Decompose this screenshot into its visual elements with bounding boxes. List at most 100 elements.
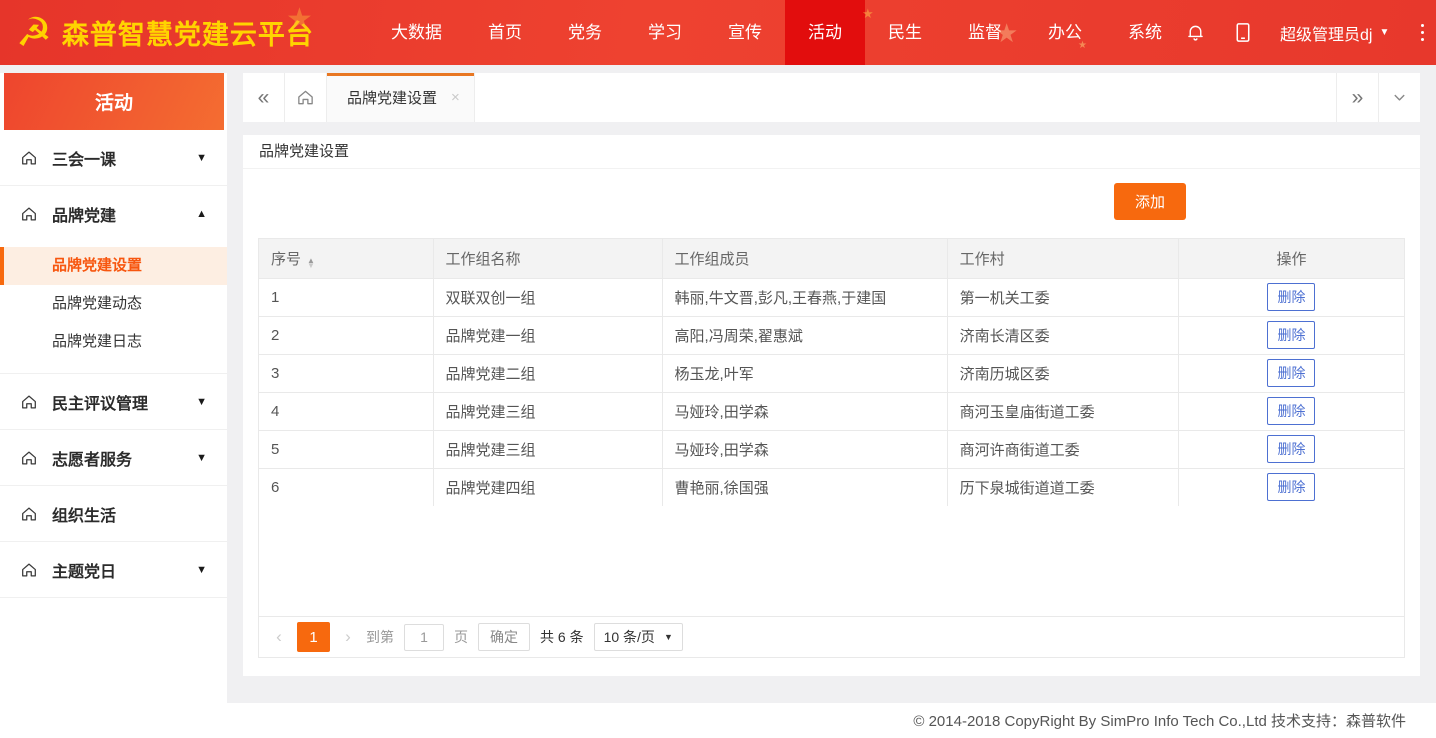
cell-no: 4 [258,391,434,431]
nav-item[interactable]: 大数据 [368,0,465,65]
nav-item[interactable]: 活动 [785,0,865,65]
goto-page-suffix: 页 [454,629,468,645]
sidebar-group[interactable]: 组织生活 [0,486,227,542]
column-header: 操作 [1177,238,1405,279]
bell-icon[interactable] [1185,22,1206,43]
app-logo[interactable]: ☭ 森普智慧党建云平台 [0,13,368,53]
sidebar-group[interactable]: 品牌党建 ▲ [0,186,227,242]
table-row: 2 品牌党建一组 高阳,冯周荣,翟惠斌 济南长清区委 删除 [258,315,1405,355]
tabs-collapse-button[interactable]: « [243,73,285,122]
column-header[interactable]: 序号 ▲ ▼ [258,238,434,279]
tab-bar: « 品牌党建设置 × » [243,73,1420,122]
total-count-label: 共 6 条 [540,629,584,645]
sidebar-title: 活动 [4,73,224,130]
top-navbar: ★ ★ ★ ★ ☭ 森普智慧党建云平台 大数据 首页 党务 学习 宣传 活动 民生 监督 办公系… [0,0,1436,65]
nav-item[interactable]: 办公 [1025,0,1105,65]
nav-item[interactable]: 监督 [945,0,1025,65]
table-row: 3 品牌党建二组 杨玉龙,叶军 济南历城区委 删除 [258,353,1405,393]
add-button[interactable]: 添加 [1113,183,1186,220]
select-caret-icon: ▼ [663,632,673,642]
sort-icon[interactable]: ▲ ▼ [307,256,315,269]
home-icon [20,449,38,467]
sidebar-group-label: 品牌党建 [52,208,117,225]
close-tab-icon[interactable]: × [451,89,460,106]
cell-members: 马娅玲,田学森 [661,429,948,469]
user-menu[interactable]: 超级管理员dj ▼ [1280,21,1389,45]
next-page-button[interactable]: › [340,627,356,647]
cell-action: 删除 [1177,429,1405,469]
nav-item[interactable]: 宣传 [705,0,785,65]
sidebar-subitem[interactable]: 品牌党建设置 [0,247,227,285]
home-tab-icon[interactable] [285,73,327,122]
nav-item[interactable]: 民生 [865,0,945,65]
delete-button[interactable]: 删除 [1267,435,1316,463]
copyright-text: © 2014-2018 CopyRight By SimPro Info Tec… [913,713,1406,730]
cell-group: 品牌党建四组 [432,467,663,507]
sidebar-group[interactable]: 主题党日 ▼ [0,542,227,598]
cell-no: 1 [258,277,434,317]
nav-item[interactable]: 党务 [545,0,625,65]
nav-item[interactable]: 首页 [465,0,545,65]
pagination-bar: ‹ 1 › 到第 页 确定 共 6 条 10 条/页 ▼ [259,616,1404,657]
cell-village: 历下泉城街道道工委 [946,467,1179,507]
party-emblem-icon: ☭ [16,10,52,55]
chevron-down-icon: ▼ [196,563,207,576]
mobile-phone-icon[interactable] [1234,22,1252,43]
nav-item[interactable]: 学习 [625,0,705,65]
column-header: 工作村 [946,238,1179,279]
tabs-expand-button[interactable]: » [1336,73,1378,122]
cell-members: 曹艳丽,徐国强 [661,467,948,507]
column-header: 工作组名称 [432,238,663,279]
delete-button[interactable]: 删除 [1267,283,1316,311]
cell-group: 品牌党建三组 [432,429,663,469]
page-layout: 活动 三会一课 ▼ 品牌党建 ▲ 品牌党建设置 品牌党建动态 品牌党建日志 民主评议管理 ▼ 志愿… [0,65,1436,738]
user-name: 超级管理员dj [1280,26,1373,44]
sidebar-subitem[interactable]: 品牌党建日志 [0,323,227,361]
table-row: 5 品牌党建三组 马娅玲,田学森 商河许商街道工委 删除 [258,429,1405,469]
column-header: 工作组成员 [661,238,948,279]
delete-button[interactable]: 删除 [1267,321,1316,349]
sidebar-group[interactable]: 民主评议管理 ▼ [0,374,227,430]
chevron-down-icon: ▼ [1379,27,1390,38]
home-icon [20,505,38,523]
cell-village: 商河玉皇庙街道工委 [946,391,1179,431]
cell-group: 双联双创一组 [432,277,663,317]
sidebar-menu: 三会一课 ▼ 品牌党建 ▲ 品牌党建设置 品牌党建动态 品牌党建日志 民主评议管理 ▼ 志愿者服务… [0,130,227,738]
home-icon [20,149,38,167]
tab-pinpai-dangjian-shezhi[interactable]: 品牌党建设置 × [327,73,475,122]
page-number-button[interactable]: 1 [297,622,330,652]
sidebar-group-label: 三会一课 [52,151,117,169]
confirm-page-button[interactable]: 确定 [478,623,530,651]
sidebar-top-gap [0,65,227,73]
sidebar-group-label: 主题党日 [52,563,117,581]
chevron-down-icon: ▼ [196,151,207,164]
cell-members: 马娅玲,田学森 [661,391,948,431]
tabs-dropdown-button[interactable] [1378,73,1420,122]
prev-page-button[interactable]: ‹ [271,627,287,647]
sidebar: 活动 三会一课 ▼ 品牌党建 ▲ 品牌党建设置 品牌党建动态 品牌党建日志 民主评议管理 ▼ 志愿… [0,65,227,738]
delete-button[interactable]: 删除 [1267,397,1316,425]
sidebar-group[interactable]: 三会一课 ▼ [0,130,227,186]
sidebar-group[interactable]: 志愿者服务 ▼ [0,430,227,486]
cell-group: 品牌党建三组 [432,391,663,431]
data-grid: 序号 ▲ ▼ 工作组名称 工作组成员 工作村 操作 1 双联双创一组 韩丽,牛文晋,彭凡,王春燕… [258,238,1405,658]
goto-page-input[interactable] [404,623,444,651]
cell-action: 删除 [1177,391,1405,431]
more-options-icon[interactable] [1417,18,1428,47]
sidebar-group-label: 民主评议管理 [52,395,149,413]
main-nav: 大数据 首页 党务 学习 宣传 活动 民生 监督 办公 系统 [368,0,1185,65]
nav-item[interactable]: 系统 [1105,0,1185,65]
sidebar-subitem[interactable]: 品牌党建动态 [0,285,227,323]
delete-button[interactable]: 删除 [1267,359,1316,387]
toolbar: 添加 [259,183,1186,220]
table-row: 6 品牌党建四组 曹艳丽,徐国强 历下泉城街道道工委 删除 [258,467,1405,507]
page-title: 品牌党建设置 [243,135,1420,169]
cell-village: 济南长清区委 [946,315,1179,355]
navbar-right: 超级管理员dj ▼ [1185,18,1436,47]
delete-button[interactable]: 删除 [1267,473,1316,502]
cell-members: 杨玉龙,叶军 [661,353,948,393]
goto-page-prefix: 到第 [366,629,394,645]
page-size-select[interactable]: 10 条/页 ▼ [593,623,683,651]
cell-members: 高阳,冯周荣,翟惠斌 [661,315,948,355]
cell-action: 删除 [1177,353,1405,393]
